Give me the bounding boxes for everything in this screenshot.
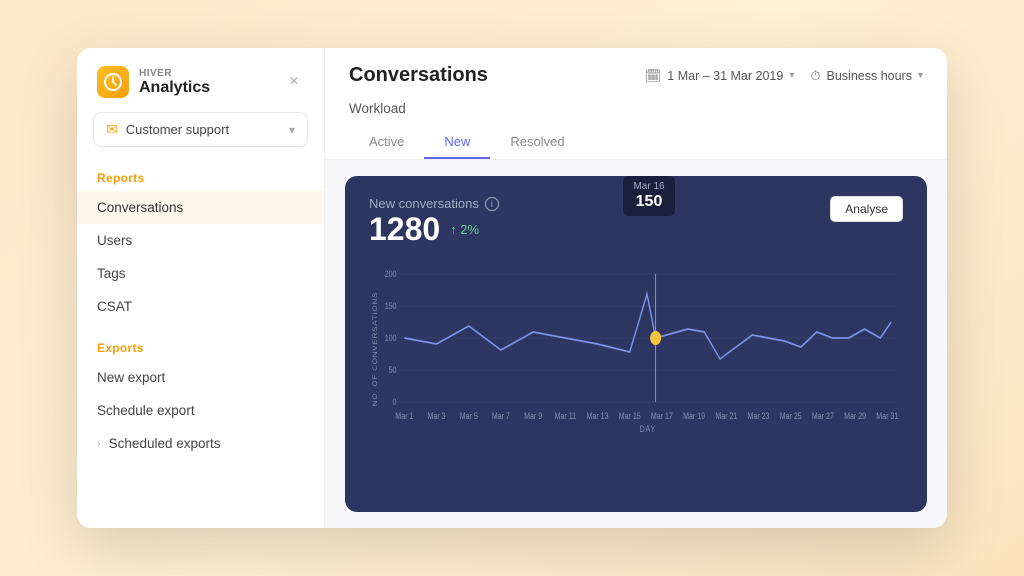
calendar-icon: 🗓 bbox=[645, 68, 662, 84]
svg-text:50: 50 bbox=[389, 365, 397, 375]
clock-icon: ⏱ bbox=[810, 68, 820, 84]
chart-svg: 200 150 100 50 0 bbox=[369, 264, 903, 434]
chart-svg-wrapper: 200 150 100 50 0 bbox=[369, 264, 903, 434]
business-hours-button[interactable]: ⏱ Business hours ▾ bbox=[810, 68, 923, 84]
mailbox-left: ✉ Customer support bbox=[106, 121, 229, 138]
page-title: Conversations bbox=[349, 64, 488, 87]
header-top: Conversations 🗓 1 Mar – 31 Mar 2019 ▾ ⏱ … bbox=[349, 64, 923, 101]
svg-text:200: 200 bbox=[385, 269, 397, 279]
logo-analytics-label: Analytics bbox=[139, 79, 210, 97]
svg-text:Mar 7: Mar 7 bbox=[492, 411, 510, 421]
svg-text:Mar 13: Mar 13 bbox=[587, 411, 609, 421]
svg-text:Mar 23: Mar 23 bbox=[748, 411, 770, 421]
tab-active[interactable]: Active bbox=[349, 126, 424, 159]
main-header: Conversations 🗓 1 Mar – 31 Mar 2019 ▾ ⏱ … bbox=[325, 48, 947, 160]
sidebar-item-tags[interactable]: Tags bbox=[77, 257, 324, 290]
sidebar-header: HIVER Analytics × bbox=[77, 48, 324, 112]
chart-title-row: New conversations i bbox=[369, 196, 499, 211]
sidebar: HIVER Analytics × ✉ Customer support ▾ R… bbox=[77, 48, 325, 528]
svg-text:Mar 9: Mar 9 bbox=[524, 411, 542, 421]
sidebar-item-scheduled-exports[interactable]: › Scheduled exports bbox=[77, 427, 324, 460]
chart-value-row: 1280 ↑ 2% bbox=[369, 211, 499, 248]
svg-text:Mar 5: Mar 5 bbox=[460, 411, 478, 421]
logo: HIVER Analytics bbox=[97, 66, 210, 98]
chart-top: New conversations i 1280 ↑ 2% Analyse bbox=[369, 196, 903, 260]
tab-resolved[interactable]: Resolved bbox=[490, 126, 584, 159]
chart-change: ↑ 2% bbox=[450, 222, 479, 237]
svg-text:Mar 1: Mar 1 bbox=[395, 411, 413, 421]
svg-text:Mar 11: Mar 11 bbox=[555, 411, 577, 421]
svg-text:100: 100 bbox=[385, 333, 397, 343]
info-icon[interactable]: i bbox=[485, 197, 499, 211]
sidebar-item-users[interactable]: Users bbox=[77, 224, 324, 257]
svg-text:DAY: DAY bbox=[640, 424, 656, 434]
chart-value: 1280 bbox=[369, 211, 440, 248]
tabs: Active New Resolved bbox=[349, 126, 923, 159]
tab-new[interactable]: New bbox=[424, 126, 490, 159]
analyse-button[interactable]: Analyse bbox=[830, 196, 903, 222]
svg-text:0: 0 bbox=[393, 397, 397, 407]
svg-text:NO. OF CONVERSATIONS: NO. OF CONVERSATIONS bbox=[371, 292, 379, 406]
date-range-chevron-icon: ▾ bbox=[789, 70, 794, 81]
reports-section-label: Reports bbox=[77, 163, 324, 191]
svg-text:150: 150 bbox=[385, 301, 397, 311]
exports-section-label: Exports bbox=[77, 333, 324, 361]
svg-text:Mar 31: Mar 31 bbox=[876, 411, 898, 421]
chart-container: New conversations i 1280 ↑ 2% Analyse Ma… bbox=[325, 160, 947, 528]
svg-text:Mar 3: Mar 3 bbox=[428, 411, 446, 421]
logo-icon bbox=[97, 66, 129, 98]
logo-text: HIVER Analytics bbox=[139, 68, 210, 97]
main-content: Conversations 🗓 1 Mar – 31 Mar 2019 ▾ ⏱ … bbox=[325, 48, 947, 528]
sidebar-item-schedule-export[interactable]: Schedule export bbox=[77, 394, 324, 427]
date-range-button[interactable]: 🗓 1 Mar – 31 Mar 2019 ▾ bbox=[645, 68, 795, 84]
svg-text:Mar 27: Mar 27 bbox=[812, 411, 834, 421]
scheduled-exports-label: Scheduled exports bbox=[109, 436, 221, 451]
mailbox-label: Customer support bbox=[126, 122, 229, 137]
arrow-icon: › bbox=[97, 438, 101, 450]
mailbox-chevron-icon: ▾ bbox=[289, 123, 295, 137]
close-button[interactable]: × bbox=[284, 72, 304, 92]
header-controls: 🗓 1 Mar – 31 Mar 2019 ▾ ⏱ Business hours… bbox=[645, 68, 923, 84]
business-hours-chevron-icon: ▾ bbox=[918, 70, 923, 81]
mailbox-icon: ✉ bbox=[106, 121, 118, 138]
business-hours-label: Business hours bbox=[827, 69, 912, 83]
logo-hiver-label: HIVER bbox=[139, 68, 210, 79]
tooltip-date: Mar 16 bbox=[633, 181, 664, 192]
sidebar-item-csat[interactable]: CSAT bbox=[77, 290, 324, 323]
sidebar-item-conversations[interactable]: Conversations bbox=[77, 191, 324, 224]
svg-text:Mar 19: Mar 19 bbox=[683, 411, 705, 421]
svg-text:Mar 15: Mar 15 bbox=[619, 411, 641, 421]
scheduled-exports-row: › Scheduled exports bbox=[97, 436, 304, 451]
chart-title: New conversations bbox=[369, 196, 479, 211]
app-window: HIVER Analytics × ✉ Customer support ▾ R… bbox=[77, 48, 947, 528]
workload-label: Workload bbox=[349, 101, 923, 126]
svg-text:Mar 29: Mar 29 bbox=[844, 411, 866, 421]
mailbox-selector[interactable]: ✉ Customer support ▾ bbox=[93, 112, 308, 147]
svg-text:Mar 25: Mar 25 bbox=[780, 411, 802, 421]
svg-text:Mar 21: Mar 21 bbox=[715, 411, 737, 421]
sidebar-item-new-export[interactable]: New export bbox=[77, 361, 324, 394]
svg-text:Mar 17: Mar 17 bbox=[651, 411, 673, 421]
date-range-label: 1 Mar – 31 Mar 2019 bbox=[667, 69, 783, 83]
chart-card: New conversations i 1280 ↑ 2% Analyse Ma… bbox=[345, 176, 927, 512]
